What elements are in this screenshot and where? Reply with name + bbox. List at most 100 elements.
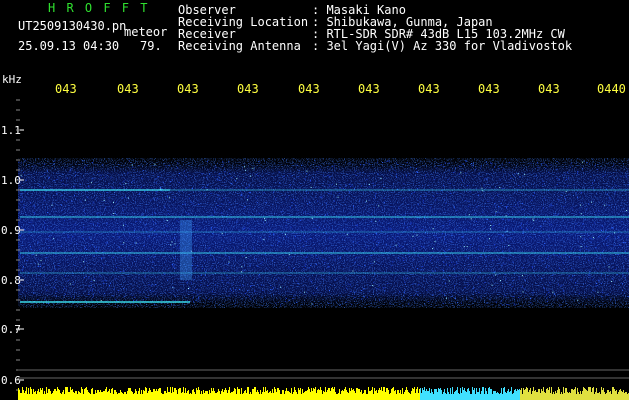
noise-dot (54, 279, 56, 281)
amplitude-bar (318, 389, 319, 400)
noise-dot (131, 181, 133, 183)
noise-dot (605, 237, 607, 239)
noise-dot (122, 209, 124, 211)
amplitude-bar (566, 388, 567, 400)
noise-dot (505, 215, 507, 217)
noise-dot (40, 260, 42, 262)
noise-dot (394, 169, 396, 171)
noise-dot (265, 201, 267, 203)
noise-dot (296, 164, 298, 166)
amplitude-bar (562, 394, 563, 400)
noise-dot (43, 200, 45, 202)
noise-dot (609, 197, 611, 199)
amplitude-bar (559, 389, 560, 400)
noise-dot (340, 257, 341, 259)
amplitude-bar (80, 393, 81, 400)
noise-dot (584, 238, 586, 240)
noise-dot (546, 301, 548, 302)
noise-dot (231, 283, 233, 285)
noise-dot (416, 268, 418, 269)
noise-dot (33, 205, 35, 207)
amplitude-bar (475, 394, 476, 400)
noise-dot (545, 266, 547, 268)
amplitude-bar (489, 387, 490, 400)
amplitude-bar (357, 388, 358, 400)
noise-dot (242, 255, 244, 257)
noise-dot (504, 295, 506, 296)
amplitude-bar (402, 388, 403, 400)
noise-dot (56, 179, 58, 180)
noise-dot (501, 300, 502, 302)
amplitude-bar (388, 390, 389, 400)
amplitude-bar (603, 388, 604, 400)
noise-dot (363, 164, 365, 166)
noise-dot (540, 232, 542, 234)
noise-dot (575, 282, 577, 284)
amplitude-bar (202, 394, 203, 400)
noise-dot (310, 186, 312, 188)
noise-dot (467, 205, 469, 207)
noise-dot (286, 196, 288, 198)
noise-dot (377, 173, 379, 175)
noise-dot (454, 167, 456, 169)
noise-dot (258, 175, 260, 177)
noise-dot (547, 218, 549, 220)
noise-dot (112, 187, 114, 189)
noise-dot (375, 193, 376, 195)
noise-dot (418, 283, 420, 285)
noise-dot (355, 175, 357, 176)
noise-dot (440, 164, 442, 165)
noise-dot (499, 186, 501, 188)
noise-dot (466, 185, 468, 186)
noise-dot (403, 258, 405, 260)
noise-dot (508, 304, 510, 306)
amplitude-bar (503, 388, 504, 400)
noise-dot (211, 291, 213, 292)
noise-dot (155, 233, 157, 235)
amplitude-bar (565, 388, 566, 400)
noise-dot (300, 219, 302, 221)
noise-dot (202, 267, 203, 269)
noise-dot (455, 275, 457, 277)
amplitude-bar (607, 390, 608, 400)
noise-dot (482, 212, 484, 213)
amplitude-bar (31, 389, 32, 400)
amplitude-bar (282, 390, 283, 400)
noise-dot (331, 183, 333, 185)
noise-dot (198, 297, 200, 299)
amplitude-bar (37, 391, 38, 400)
noise-dot (494, 166, 495, 168)
noise-dot (546, 294, 547, 296)
noise-dot (387, 160, 389, 162)
noise-dot (389, 303, 391, 305)
noise-dot (577, 173, 578, 174)
amplitude-bar (330, 391, 331, 400)
noise-dot (153, 256, 155, 258)
noise-dot (506, 207, 507, 209)
amplitude-bar (22, 387, 23, 400)
amplitude-bar (63, 390, 64, 400)
noise-dot (328, 303, 330, 304)
noise-dot (258, 161, 260, 163)
noise-dot (274, 198, 276, 200)
amplitude-bar (488, 388, 489, 400)
noise-dot (372, 247, 373, 249)
amplitude-bar (435, 389, 436, 400)
amplitude-bar (125, 392, 126, 400)
noise-dot (349, 183, 351, 185)
amplitude-bar (227, 393, 228, 400)
noise-dot (89, 236, 91, 238)
noise-dot (588, 203, 590, 205)
amplitude-bar (279, 390, 280, 400)
amplitude-bar (369, 391, 370, 400)
amplitude-bar (159, 388, 160, 400)
noise-dot (152, 261, 154, 263)
noise-dot (414, 211, 416, 213)
noise-dot (450, 192, 451, 194)
noise-dot (613, 164, 615, 166)
noise-dot (477, 276, 479, 278)
amplitude-bar (116, 392, 117, 400)
amplitude-bar (89, 393, 90, 400)
noise-dot (522, 275, 523, 277)
amplitude-bar (238, 389, 239, 400)
